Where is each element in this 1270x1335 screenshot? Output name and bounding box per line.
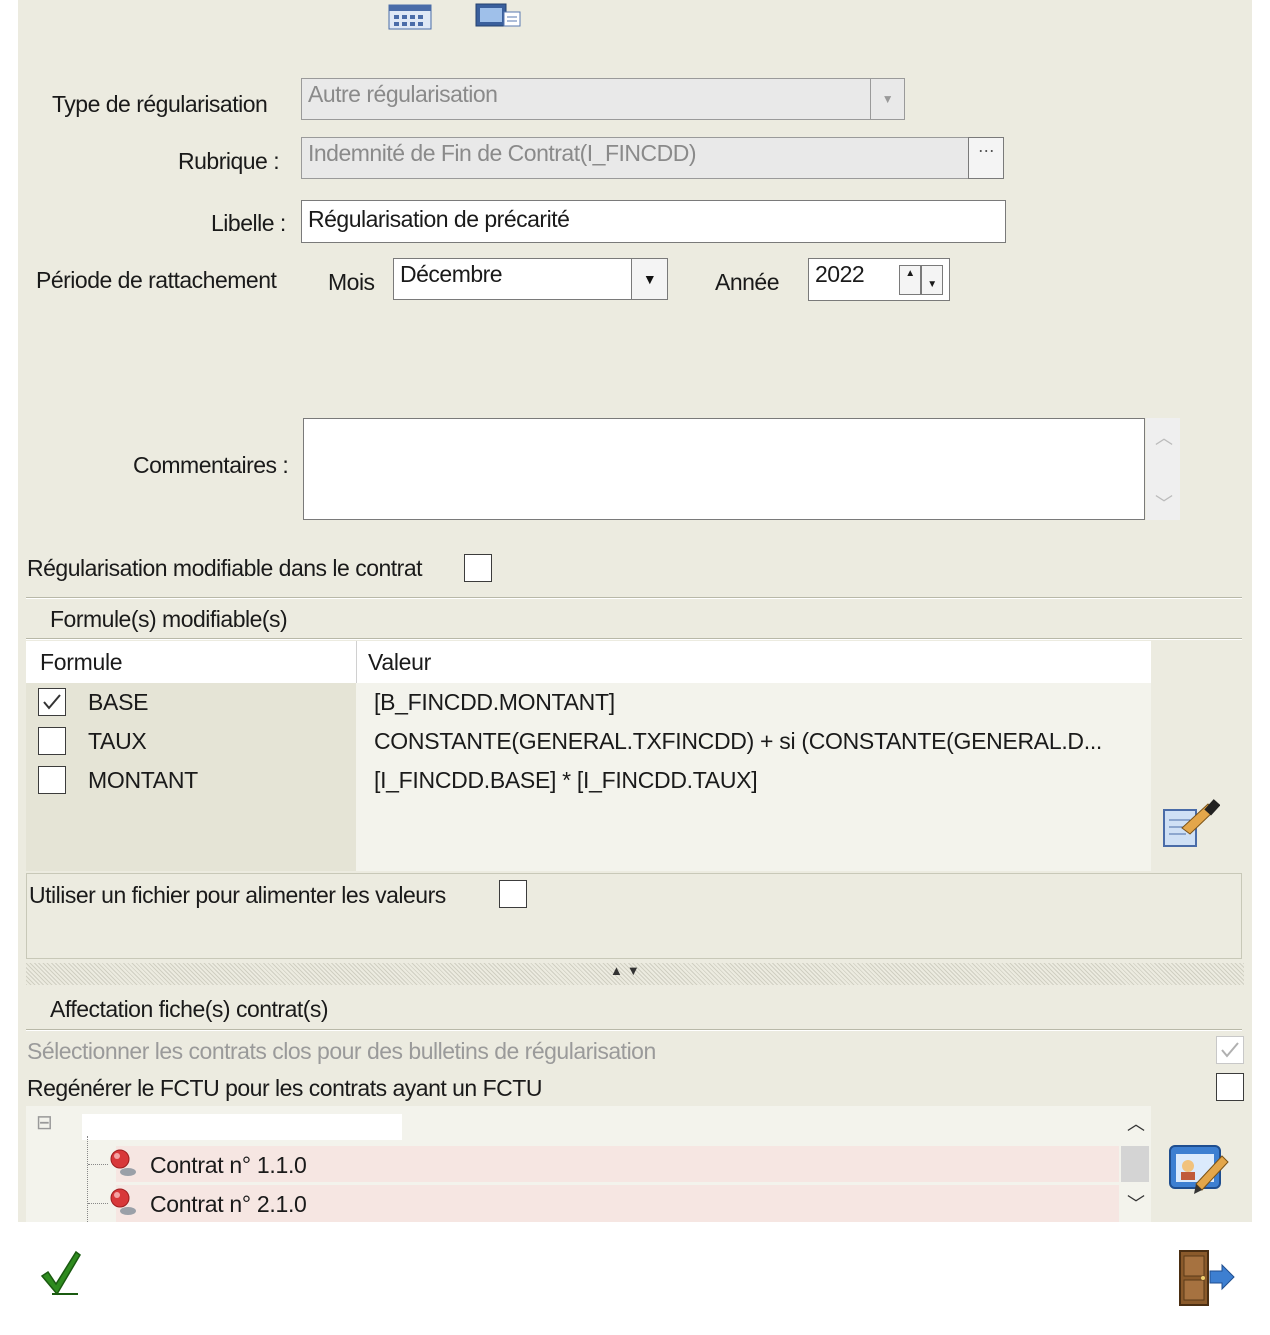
formule-taux-value[interactable]: CONSTANTE(GENERAL.TXFINCDD) + si (CONSTA… <box>374 728 1102 755</box>
type-label: Type de régularisation <box>52 91 268 117</box>
fctu-checkbox[interactable] <box>1216 1073 1244 1101</box>
header-separator <box>356 641 357 683</box>
modifiable-label: Régularisation modifiable dans le contra… <box>27 555 423 581</box>
periode-label: Période de rattachement <box>36 267 277 293</box>
formules-grid: Formule Valeur BASE [B_FINCDD.MONTANT] T… <box>26 641 1151 871</box>
tree-line-vertical <box>87 1136 88 1222</box>
fichier-checkbox[interactable] <box>499 880 527 908</box>
formule-taux-checkbox[interactable] <box>38 727 66 755</box>
formule-montant-checkbox[interactable] <box>38 766 66 794</box>
type-select-value: Autre régularisation <box>308 81 498 107</box>
commentaires-scrollbar[interactable]: ︿ ﹀ <box>1146 418 1180 520</box>
col-header-valeur[interactable]: Valeur <box>368 649 431 676</box>
libelle-input[interactable]: Régularisation de précarité <box>301 200 1006 243</box>
fctu-label: Regénérer le FCTU pour les contrats ayan… <box>27 1075 542 1101</box>
formule-base-value[interactable]: [B_FINCDD.MONTANT] <box>374 689 615 716</box>
screen-toolbar-icon[interactable] <box>474 2 522 30</box>
commentaires-label: Commentaires : <box>133 452 289 478</box>
calendar-toolbar-icon[interactable] <box>388 4 432 30</box>
contract-label[interactable]: Contrat n° 2.1.0 <box>150 1191 307 1218</box>
tree-branch <box>88 1164 108 1165</box>
annee-label: Année <box>715 269 780 295</box>
formule-base-checkbox[interactable] <box>38 688 66 716</box>
rubrique-label: Rubrique : <box>178 148 280 174</box>
libelle-label: Libelle : <box>211 210 286 236</box>
contract-status-icon <box>106 1187 140 1217</box>
modifiable-checkbox[interactable] <box>464 554 492 582</box>
tree-collapse-icon[interactable]: ⊟ <box>36 1110 53 1135</box>
checkmark-icon[interactable] <box>38 1248 84 1298</box>
exit-door-icon[interactable] <box>1176 1247 1236 1309</box>
rubrique-browse-button[interactable]: ··· <box>968 137 1004 179</box>
contract-status-icon <box>106 1148 140 1178</box>
clos-checkbox <box>1216 1036 1244 1064</box>
scroll-up-icon[interactable]: ︿ <box>1155 424 1173 450</box>
tree-root-label-redacted <box>82 1114 402 1140</box>
mois-select[interactable]: Décembre ▼ <box>393 258 668 300</box>
scroll-up-icon[interactable]: ︿ <box>1127 1110 1145 1136</box>
splitter-arrows-icon[interactable]: ▲▼ <box>610 963 644 978</box>
bottom-action-bar <box>18 1230 1252 1320</box>
rubrique-value: Indemnité de Fin de Contrat(I_FINCDD) <box>308 140 697 166</box>
contracts-tree: ⊟ Contrat n° 1.1.0 Contrat n° 2.1.0 <box>26 1106 1119 1222</box>
mois-label: Mois <box>328 269 375 295</box>
chevron-down-icon[interactable]: ▼ <box>870 79 904 119</box>
contract-label[interactable]: Contrat n° 1.1.0 <box>150 1152 307 1179</box>
commentaires-textarea[interactable] <box>303 418 1145 520</box>
formule-taux-name: TAUX <box>88 728 147 754</box>
formule-montant-value[interactable]: [I_FINCDD.BASE] * [I_FINCDD.TAUX] <box>374 767 758 794</box>
type-select[interactable]: Autre régularisation ▼ <box>301 78 905 120</box>
fichier-label: Utiliser un fichier pour alimenter les v… <box>29 882 446 908</box>
tree-branch <box>88 1203 108 1204</box>
affectation-divider <box>26 1029 1242 1031</box>
formules-divider <box>26 597 1242 599</box>
affectation-section-title: Affectation fiche(s) contrat(s) <box>50 996 329 1022</box>
rubrique-field: Indemnité de Fin de Contrat(I_FINCDD) <box>301 137 969 179</box>
annee-spinner[interactable]: 2022 ▲ ▼ <box>808 258 950 301</box>
scroll-thumb[interactable] <box>1121 1146 1149 1182</box>
scroll-down-icon[interactable]: ﹀ <box>1155 490 1173 516</box>
mois-select-value: Décembre <box>400 261 503 287</box>
col-header-formule[interactable]: Formule <box>40 649 123 676</box>
scroll-down-icon[interactable]: ﹀ <box>1127 1190 1145 1216</box>
assign-contracts-icon[interactable] <box>1166 1138 1230 1202</box>
formules-section-title: Formule(s) modifiable(s) <box>50 606 288 632</box>
formule-montant-name: MONTANT <box>88 767 198 793</box>
clos-label: Sélectionner les contrats clos pour des … <box>27 1038 656 1064</box>
splitter-bar[interactable]: ▲▼ <box>26 963 1244 985</box>
edit-formula-icon[interactable] <box>1160 798 1221 850</box>
spinner-down-icon[interactable]: ▼ <box>921 265 943 295</box>
spinner-up-icon[interactable]: ▲ <box>899 265 921 295</box>
formules-divider-bottom <box>26 638 1242 640</box>
annee-value: 2022 <box>815 261 865 287</box>
tree-scrollbar[interactable]: ︿ ﹀ <box>1119 1106 1151 1222</box>
grid-header <box>26 641 1151 683</box>
formule-base-name: BASE <box>88 689 149 715</box>
chevron-down-icon[interactable]: ▼ <box>631 259 667 299</box>
